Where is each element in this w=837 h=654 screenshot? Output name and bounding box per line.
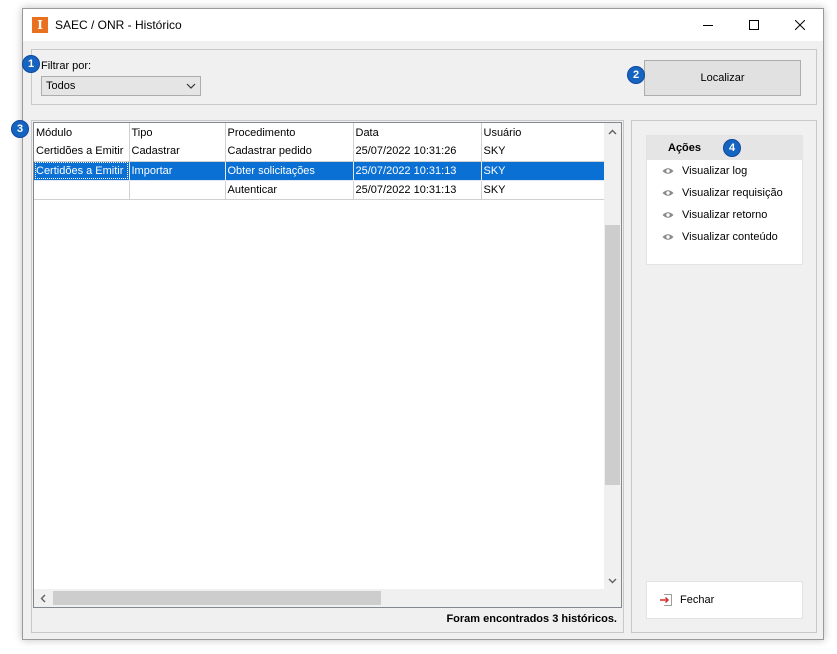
maximize-icon [749, 20, 759, 30]
action-view-request[interactable]: Visualizar requisição [647, 182, 802, 204]
horizontal-scroll-thumb[interactable] [53, 591, 381, 605]
column-header-modulo[interactable]: Módulo [34, 123, 130, 142]
column-header-data[interactable]: Data [353, 123, 482, 142]
maximize-button[interactable] [731, 9, 777, 41]
action-label: Visualizar conteúdo [682, 231, 778, 243]
close-window-button[interactable] [777, 9, 823, 41]
close-button-label: Fechar [680, 594, 715, 606]
cell-modulo: Certidões a Emitir [34, 142, 130, 162]
scroll-up-button[interactable] [604, 123, 621, 140]
cell-data: 25/07/2022 10:31:13 [353, 180, 482, 200]
close-button[interactable]: Fechar [646, 581, 803, 619]
action-view-response[interactable]: Visualizar retorno [647, 204, 802, 226]
cell-tipo [129, 180, 226, 200]
cell-data: 25/07/2022 10:31:26 [353, 142, 482, 162]
column-header-usuario[interactable]: Usuário [481, 123, 605, 142]
action-label: Visualizar retorno [682, 209, 768, 221]
history-table: Módulo Tipo Procedimento Data Usuário Ce… [34, 123, 606, 200]
table-row[interactable]: Certidões a Emitir Cadastrar Cadastrar p… [34, 142, 606, 162]
callout-badge-2: 2 [627, 66, 645, 84]
filter-selected-value: Todos [46, 80, 76, 92]
cell-procedimento: Obter solicitações [225, 161, 354, 181]
eye-icon [662, 168, 674, 174]
actions-panel: Ações 4 Visualizar log Visualizar requis… [631, 120, 817, 633]
title-bar[interactable]: I SAEC / ONR - Histórico [23, 9, 823, 41]
chevron-left-icon [40, 594, 45, 602]
column-header-procedimento[interactable]: Procedimento [225, 123, 354, 142]
actions-title: Ações [668, 142, 702, 154]
app-logo-icon: I [32, 17, 48, 33]
cell-tipo: Importar [129, 161, 226, 181]
callout-badge-1: 1 [22, 55, 40, 73]
history-grid[interactable]: Módulo Tipo Procedimento Data Usuário Ce… [33, 122, 622, 608]
eye-icon [662, 234, 674, 240]
action-view-content[interactable]: Visualizar conteúdo [647, 226, 802, 248]
filter-panel: Filtrar por: Todos Localizar [31, 49, 817, 105]
table-row-selected[interactable]: Certidões a Emitir Importar Obter solici… [34, 161, 606, 181]
table-header-row: Módulo Tipo Procedimento Data Usuário [34, 123, 605, 142]
action-view-log[interactable]: Visualizar log [647, 160, 802, 182]
cell-procedimento: Cadastrar pedido [225, 142, 354, 162]
callout-badge-4: 4 [723, 139, 742, 157]
close-icon [795, 20, 805, 30]
vertical-scroll-thumb[interactable] [605, 225, 620, 485]
window-title: SAEC / ONR - Histórico [55, 18, 182, 32]
table-row[interactable]: Autenticar 25/07/2022 10:31:13 SKY [34, 180, 606, 200]
actions-header: Ações 4 [647, 136, 802, 160]
history-window: I SAEC / ONR - Histórico Filtrar por: To… [11, 8, 824, 640]
column-header-tipo[interactable]: Tipo [129, 123, 226, 142]
chevron-down-icon [186, 83, 196, 89]
cell-usuario: SKY [481, 161, 606, 181]
cell-procedimento: Autenticar [225, 180, 354, 200]
cell-usuario: SKY [481, 180, 606, 200]
chevron-down-icon [608, 578, 617, 583]
cell-modulo: Certidões a Emitir [34, 161, 130, 181]
results-count-text: Foram encontrados 3 históricos. [446, 613, 617, 625]
filter-label: Filtrar por: [41, 60, 92, 72]
chevron-up-icon [608, 129, 617, 134]
minimize-button[interactable] [685, 9, 731, 41]
callout-badge-3: 3 [11, 120, 29, 138]
eye-icon [662, 190, 674, 196]
action-label: Visualizar log [682, 165, 748, 177]
search-button[interactable]: Localizar [644, 60, 801, 96]
filter-select[interactable]: Todos [41, 76, 201, 96]
history-grid-panel: Módulo Tipo Procedimento Data Usuário Ce… [31, 120, 624, 633]
cell-usuario: SKY [481, 142, 606, 162]
vertical-scrollbar[interactable] [604, 123, 621, 589]
exit-icon [660, 594, 672, 606]
action-label: Visualizar requisição [682, 187, 783, 199]
actions-box: Ações 4 Visualizar log Visualizar requis… [646, 135, 803, 265]
scroll-left-button[interactable] [34, 589, 51, 607]
cell-data: 25/07/2022 10:31:13 [353, 161, 482, 181]
eye-icon [662, 212, 674, 218]
scroll-corner [604, 589, 621, 607]
scroll-down-button[interactable] [604, 572, 621, 589]
cell-tipo: Cadastrar [129, 142, 226, 162]
horizontal-scrollbar[interactable] [34, 589, 606, 607]
window-controls [685, 9, 823, 41]
cell-modulo [34, 180, 130, 200]
minimize-icon [703, 25, 713, 26]
